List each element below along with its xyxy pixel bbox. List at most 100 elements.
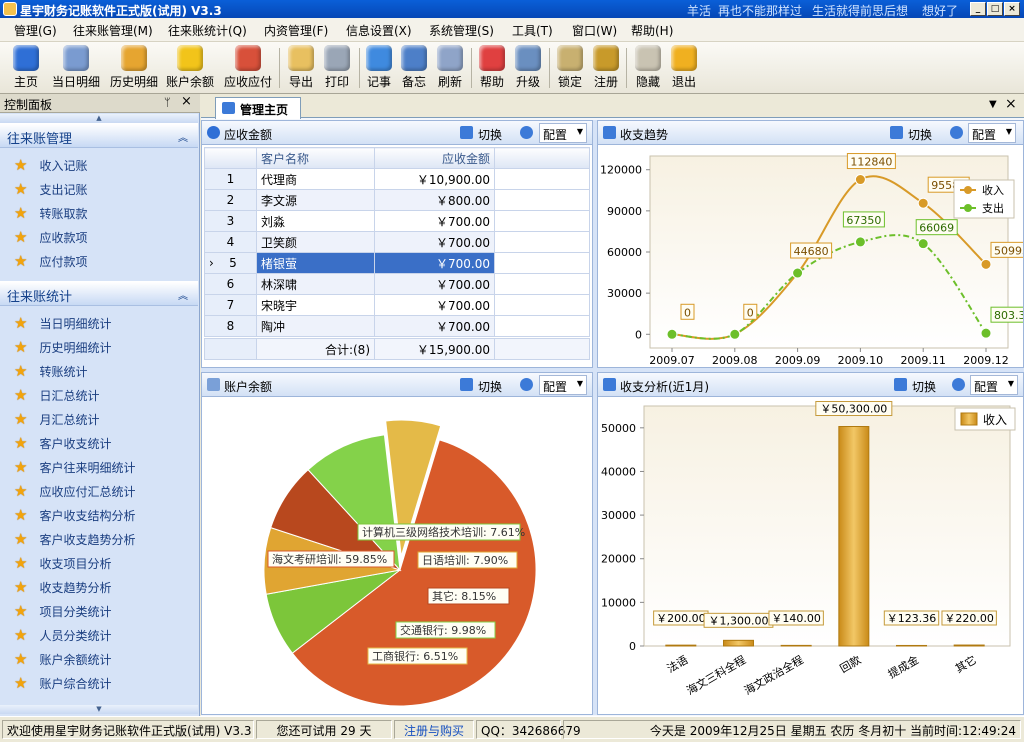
switch-icon[interactable]	[460, 378, 473, 391]
footer-total: ￥15,900.00	[374, 338, 495, 360]
menu-account-stats[interactable]: 往来账统计(Q)	[168, 22, 247, 39]
sidebar-scroll-down[interactable]: ▼	[0, 705, 198, 714]
switch-button[interactable]: 切换	[912, 378, 936, 395]
tab-dropdown-icon[interactable]: ▼	[989, 99, 997, 110]
cell-customer[interactable]: 宋晓宇	[256, 294, 375, 316]
sidebar-item-stat-7[interactable]: ★ 客户往来明细统计	[14, 458, 135, 478]
collapse-icon[interactable]: ︽	[178, 129, 188, 144]
data-label: 66069	[919, 222, 954, 235]
switch-button[interactable]: 切换	[908, 126, 932, 143]
table-row[interactable]: 7 宋晓宇 ￥700.00	[204, 294, 590, 316]
cell-amount[interactable]: ￥700.00	[374, 231, 495, 253]
minimize-button[interactable]: _	[970, 2, 986, 16]
sidebar-item-stat-13[interactable]: ★ 项目分类统计	[14, 602, 111, 622]
menu-account-manage[interactable]: 往来账管理(M)	[73, 22, 153, 39]
cell-amount[interactable]: ￥700.00	[374, 294, 495, 316]
ad-link-3[interactable]: 生活就得前思后想	[812, 2, 908, 19]
sidebar-item-stat-15[interactable]: ★ 账户余额统计	[14, 650, 111, 670]
collapse-icon[interactable]: ︽	[178, 287, 188, 302]
config-dropdown[interactable]: 配置 ▼	[968, 123, 1016, 143]
tab-strip: 管理主页 ▼ ×	[201, 94, 1024, 119]
toolbar-exit-button[interactable]: 退出	[658, 44, 710, 92]
cell-customer[interactable]: 林深啸	[256, 273, 375, 295]
toolbar-daily-detail-button[interactable]: 当日明细	[50, 44, 102, 92]
table-row[interactable]: 2 李文源 ￥800.00	[204, 189, 590, 211]
sidebar-item-stat-11[interactable]: ★ 收支项目分析	[14, 554, 111, 574]
ad-link-4[interactable]: 想好了	[922, 2, 958, 19]
cell-amount[interactable]: ￥800.00	[374, 189, 495, 211]
sidebar-item-expense-entry[interactable]: ★ 支出记账	[14, 180, 87, 200]
table-row[interactable]: 4 卫笑颜 ￥700.00	[204, 231, 590, 253]
sidebar-scroll-up[interactable]: ▲	[0, 114, 198, 123]
toolbar-history-detail-button[interactable]: 历史明细	[108, 44, 160, 92]
menu-window[interactable]: 窗口(W)	[572, 22, 617, 39]
maximize-button[interactable]: □	[987, 2, 1003, 16]
sidebar-close-icon[interactable]: ×	[181, 94, 192, 109]
row-number-text: 5	[229, 256, 237, 270]
menu-tools[interactable]: 工具(T)	[512, 22, 553, 39]
switch-button[interactable]: 切换	[478, 126, 502, 143]
sidebar-item-income-entry[interactable]: ★ 收入记账	[14, 156, 87, 176]
sidebar-item-stat-3[interactable]: ★ 转账统计	[14, 362, 87, 382]
config-dropdown[interactable]: 配置 ▼	[970, 375, 1018, 395]
cell-amount[interactable]: ￥700.00	[374, 273, 495, 295]
cell-customer[interactable]: 卫笑颜	[256, 231, 375, 253]
table-row[interactable]: 6 林深啸 ￥700.00	[204, 273, 590, 295]
config-dropdown[interactable]: 配置 ▼	[539, 375, 587, 395]
sidebar-item-stat-16[interactable]: ★ 账户综合统计	[14, 674, 111, 694]
menu-capital-manage[interactable]: 内资管理(F)	[264, 22, 328, 39]
x-tick-label: 回款	[837, 652, 863, 675]
cell-amount[interactable]: ￥700.00	[374, 315, 495, 337]
sidebar-item-stat-10[interactable]: ★ 客户收支趋势分析	[14, 530, 135, 550]
cell-amount[interactable]: ￥10,900.00	[374, 168, 495, 190]
register-purchase-link[interactable]: 注册与购买	[394, 720, 474, 739]
pin-icon[interactable]: ᛘ	[164, 96, 171, 109]
config-dropdown[interactable]: 配置 ▼	[539, 123, 587, 143]
sidebar-item-stat-1[interactable]: ★ 当日明细统计	[14, 314, 111, 334]
cell-customer[interactable]: 刘淼	[256, 210, 375, 232]
switch-icon[interactable]	[894, 378, 907, 391]
sidebar-item-stat-12[interactable]: ★ 收支趋势分析	[14, 578, 111, 598]
cell-amount[interactable]: ￥700.00	[374, 210, 495, 232]
menu-system-manage[interactable]: 系统管理(S)	[429, 22, 494, 39]
sidebar-item-stat-2[interactable]: ★ 历史明细统计	[14, 338, 111, 358]
toolbar-receivable-payable-button[interactable]: 应收应付	[222, 44, 274, 92]
menu-manage[interactable]: 管理(G)	[14, 22, 57, 39]
table-row[interactable]: 1 代理商 ￥10,900.00	[204, 168, 590, 190]
cell-amount[interactable]: ￥700.00	[374, 252, 495, 274]
toolbar-home-button[interactable]: 主页	[0, 44, 52, 92]
tab-main-home[interactable]: 管理主页	[215, 97, 301, 119]
table-row[interactable]: 3 刘淼 ￥700.00	[204, 210, 590, 232]
sidebar-item-receivables[interactable]: ★ 应收款项	[14, 228, 87, 248]
sidebar-item-stat-6[interactable]: ★ 客户收支统计	[14, 434, 111, 454]
cell-customer[interactable]: 代理商	[256, 168, 375, 190]
sidebar-item-transfer[interactable]: ★ 转账取款	[14, 204, 87, 224]
cell-customer[interactable]: 陶冲	[256, 315, 375, 337]
group-header-account-stats[interactable]: 往来账统计 ︽	[0, 281, 198, 306]
sidebar-item-stat-8[interactable]: ★ 应收应付汇总统计	[14, 482, 135, 502]
cell-customer[interactable]: 楮银萤	[256, 252, 375, 274]
close-button[interactable]: ×	[1004, 2, 1020, 16]
config-label: 配置	[543, 380, 568, 394]
sidebar-item-stat-14[interactable]: ★ 人员分类统计	[14, 626, 111, 646]
ad-link-2[interactable]: 再也不能那样过	[718, 2, 802, 19]
sidebar-item-stat-9[interactable]: ★ 客户收支结构分析	[14, 506, 135, 526]
sidebar-item-payables[interactable]: ★ 应付款项	[14, 252, 87, 272]
group-header-account-manage[interactable]: 往来账管理 ︽	[0, 123, 198, 148]
sidebar-item-stat-5[interactable]: ★ 月汇总统计	[14, 410, 99, 430]
switch-icon[interactable]	[890, 126, 903, 139]
toolbar-account-balance-button[interactable]: 账户余额	[164, 44, 216, 92]
menu-info-settings[interactable]: 信息设置(X)	[346, 22, 412, 39]
cell-customer[interactable]: 李文源	[256, 189, 375, 211]
column-header-customer[interactable]: 客户名称	[256, 147, 375, 169]
ad-link-1[interactable]: 羊活	[687, 2, 711, 19]
sidebar-item-stat-4[interactable]: ★ 日汇总统计	[14, 386, 99, 406]
tab-close-icon[interactable]: ×	[1005, 96, 1017, 112]
row-number: 6	[204, 273, 257, 295]
switch-button[interactable]: 切换	[478, 378, 502, 395]
table-row[interactable]: 8 陶冲 ￥700.00	[204, 315, 590, 337]
menu-help[interactable]: 帮助(H)	[631, 22, 673, 39]
table-row[interactable]: › 5 楮银萤 ￥700.00	[204, 252, 590, 274]
column-header-amount[interactable]: 应收金额	[374, 147, 495, 169]
switch-icon[interactable]	[460, 126, 473, 139]
